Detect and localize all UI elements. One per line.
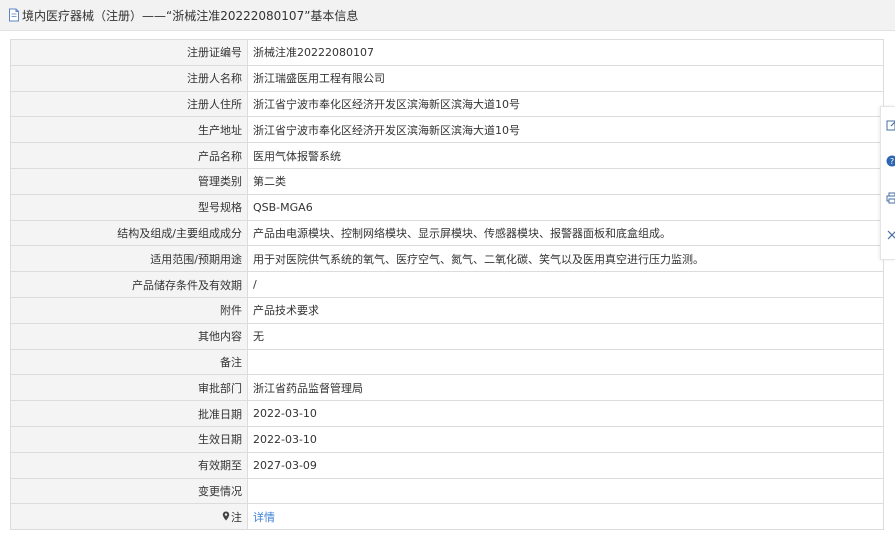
table-row: 其他内容 无 — [10, 322, 884, 350]
field-value: 产品技术要求 — [247, 296, 884, 324]
table-row: 注册人名称 浙江瑞盛医用工程有限公司 — [10, 64, 884, 92]
field-label: 产品名称 — [10, 142, 248, 169]
table-row: 管理类别 第二类 — [10, 167, 884, 195]
field-label: 型号规格 — [10, 193, 248, 221]
print-icon[interactable] — [886, 191, 895, 205]
field-value: QSB-MGA6 — [247, 193, 884, 221]
side-toolbar: ? — [880, 106, 895, 260]
field-value: 浙江瑞盛医用工程有限公司 — [247, 64, 884, 92]
field-label: 适用范围/预期用途 — [10, 245, 248, 273]
field-label: 附件 — [10, 296, 248, 324]
note-label-cell: 注 — [10, 503, 248, 531]
table-row: 生效日期 2022-03-10 — [10, 425, 884, 453]
field-label: 备注 — [10, 348, 248, 376]
field-value: 浙江省药品监督管理局 — [247, 374, 884, 402]
table-row: 生产地址 浙江省宁波市奉化区经济开发区滨海新区滨海大道10号 — [10, 116, 884, 144]
field-label: 注册证编号 — [10, 39, 248, 66]
table-row: 审批部门 浙江省药品监督管理局 — [10, 374, 884, 402]
details-link[interactable]: 详情 — [253, 511, 275, 524]
page-header: 境内医疗器械（注册）——“浙械注准20222080107”基本信息 — [0, 0, 895, 31]
field-value: 2022-03-10 — [247, 425, 884, 453]
field-value: 第二类 — [247, 167, 884, 195]
table-row: 产品储存条件及有效期 / — [10, 271, 884, 298]
detail-table: 注册证编号 浙械注准20222080107 注册人名称 浙江瑞盛医用工程有限公司… — [10, 39, 884, 531]
field-label: 注 — [231, 510, 242, 524]
field-value: 浙江省宁波市奉化区经济开发区滨海新区滨海大道10号 — [247, 90, 884, 118]
field-label: 生效日期 — [10, 425, 248, 453]
field-label: 生产地址 — [10, 116, 248, 144]
field-value — [247, 477, 884, 505]
field-value: 产品由电源模块、控制网络模块、显示屏模块、传感器模块、报警器面板和底盒组成。 — [247, 219, 884, 247]
field-label: 变更情况 — [10, 477, 248, 505]
table-row: 注 详情 — [10, 503, 884, 531]
close-icon[interactable] — [886, 228, 895, 242]
table-row: 注册人住所 浙江省宁波市奉化区经济开发区滨海新区滨海大道10号 — [10, 90, 884, 118]
table-row: 注册证编号 浙械注准20222080107 — [10, 39, 884, 66]
field-label: 有效期至 — [10, 451, 248, 479]
field-label: 批准日期 — [10, 400, 248, 427]
field-label: 其他内容 — [10, 322, 248, 350]
table-row: 附件 产品技术要求 — [10, 296, 884, 324]
document-icon — [8, 8, 20, 22]
table-row: 备注 — [10, 348, 884, 376]
field-value — [247, 348, 884, 376]
field-label: 注册人住所 — [10, 90, 248, 118]
field-value: 2022-03-10 — [247, 400, 884, 427]
field-value: 2027-03-09 — [247, 451, 884, 479]
field-value: 用于对医院供气系统的氧气、医疗空气、氮气、二氧化碳、笑气以及医用真空进行压力监测… — [247, 245, 884, 273]
edit-icon[interactable] — [886, 118, 895, 132]
field-label: 审批部门 — [10, 374, 248, 402]
field-value: 医用气体报警系统 — [247, 142, 884, 169]
table-row: 产品名称 医用气体报警系统 — [10, 142, 884, 169]
table-row: 结构及组成/主要组成成分 产品由电源模块、控制网络模块、显示屏模块、传感器模块、… — [10, 219, 884, 247]
field-value: 浙江省宁波市奉化区经济开发区滨海新区滨海大道10号 — [247, 116, 884, 144]
table-row: 适用范围/预期用途 用于对医院供气系统的氧气、医疗空气、氮气、二氧化碳、笑气以及… — [10, 245, 884, 273]
svg-text:?: ? — [890, 157, 894, 166]
field-label: 管理类别 — [10, 167, 248, 195]
location-pin-icon — [222, 511, 230, 524]
field-label: 结构及组成/主要组成成分 — [10, 219, 248, 247]
field-value: 无 — [247, 322, 884, 350]
page-title: 境内医疗器械（注册）——“浙械注准20222080107”基本信息 — [22, 8, 359, 23]
table-row: 有效期至 2027-03-09 — [10, 451, 884, 479]
table-row: 变更情况 — [10, 477, 884, 505]
table-row: 批准日期 2022-03-10 — [10, 400, 884, 427]
table-row: 型号规格 QSB-MGA6 — [10, 193, 884, 221]
field-value: 浙械注准20222080107 — [247, 39, 884, 66]
field-value: 详情 — [247, 503, 884, 531]
help-icon[interactable]: ? — [886, 154, 895, 168]
field-value: / — [247, 271, 884, 298]
field-label: 产品储存条件及有效期 — [10, 271, 248, 298]
field-label: 注册人名称 — [10, 64, 248, 92]
